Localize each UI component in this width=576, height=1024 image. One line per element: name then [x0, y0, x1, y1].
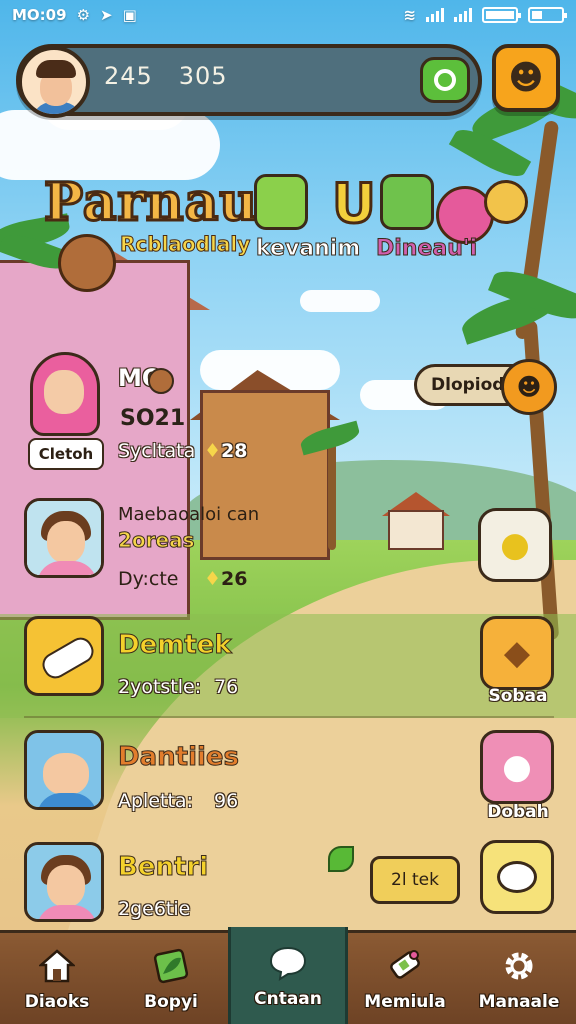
- chat-bubble-icon: [497, 861, 537, 893]
- tag-icon: [385, 946, 425, 986]
- logo-subtitle-right: Dineau'i: [375, 236, 478, 262]
- search-icon: [434, 69, 456, 91]
- chat-bubble-icon: [268, 943, 308, 983]
- home-icon: [37, 946, 77, 986]
- item-action-button[interactable]: ●: [480, 730, 554, 804]
- battery-icon: [482, 7, 521, 23]
- search-button[interactable]: [420, 57, 470, 103]
- nav-item-cntaan[interactable]: Cntaan: [228, 927, 348, 1024]
- hero-stat: ♦28: [204, 440, 248, 462]
- diamond-icon: ♦: [204, 440, 222, 462]
- signal-icon: [426, 8, 444, 22]
- profile-stat-label: Dy:cte: [118, 568, 179, 590]
- logo-letter: U: [331, 171, 378, 237]
- item-action-button[interactable]: ◆: [480, 616, 554, 690]
- hijab-character[interactable]: [26, 352, 104, 440]
- image-icon: ▣: [122, 6, 137, 24]
- item-title: Dantiies: [118, 742, 240, 773]
- item-title: Demtek: [118, 630, 233, 661]
- item-title: Bentri: [117, 852, 209, 883]
- nav-item-memiula[interactable]: Memiula: [348, 933, 462, 1024]
- item-sub-value: 76: [214, 676, 239, 698]
- bandage-icon: [38, 633, 98, 683]
- logo-title: Parnau: [42, 171, 259, 235]
- action-button[interactable]: 2l tek: [370, 856, 460, 904]
- name-badge: Cletoh: [28, 438, 104, 470]
- diamond-icon: ♦: [204, 568, 222, 590]
- nav-item-bopyi[interactable]: Bopyi: [114, 933, 228, 1024]
- list-divider: [24, 716, 554, 718]
- nav-label: Cntaan: [254, 988, 322, 1009]
- nav-label: Diaoks: [24, 991, 90, 1012]
- nav-item-manaale[interactable]: Manaale: [462, 933, 576, 1024]
- dropdown-pill[interactable]: Dlopiod ☻: [414, 359, 557, 415]
- nav-label: Memiula: [364, 991, 446, 1012]
- dog-face-icon: ●: [502, 747, 532, 787]
- profile-title-line2: 2oreas: [117, 528, 195, 553]
- app-icon: ⚙: [76, 6, 91, 24]
- profile-stat: ♦26: [204, 568, 248, 590]
- item-thumbnail[interactable]: [24, 842, 104, 922]
- logo-subtitle-mid: kevanim: [255, 236, 361, 262]
- profile-title-line1: Maebaoaloi can: [118, 504, 260, 525]
- gear-icon: [499, 946, 539, 986]
- hero-stat-label: Sycltata: [118, 440, 196, 462]
- emoji-button[interactable]: ☻: [492, 44, 560, 112]
- send-icon: ➤: [100, 6, 113, 24]
- coin-icon: [148, 368, 174, 394]
- item-sub-value: 96: [214, 790, 239, 812]
- cookie-icon: [484, 180, 528, 224]
- player-search-bar[interactable]: 245 305: [16, 44, 482, 118]
- item-sub-label: 2yotstle:: [118, 676, 202, 698]
- character-tile-icon: [380, 174, 434, 230]
- leaf-icon: [328, 846, 354, 872]
- battery-icon: [528, 7, 567, 23]
- chat-button[interactable]: [480, 840, 554, 914]
- item-thumbnail[interactable]: [24, 730, 104, 810]
- bottom-navigation: Diaoks Bopyi Cntaan Memiula Manaale: [0, 927, 576, 1024]
- item-sub-label: 2ge6tie: [118, 898, 191, 920]
- smiley-face-icon: ☻: [508, 58, 544, 98]
- score-display: 245 305: [104, 62, 228, 90]
- game-logo: Parnau U Rcblaodlaly kevanim Dineau'i: [40, 171, 550, 292]
- logo-subtitle-left: Rcblaodlaly: [119, 232, 251, 257]
- item-thumbnail[interactable]: [24, 616, 104, 696]
- donut-icon: [58, 234, 116, 292]
- item-action-label: Sobaa: [488, 686, 548, 706]
- status-bar: MO:09 ⚙ ➤ ▣ ≋: [0, 0, 576, 30]
- item-sub-label: Apletta:: [118, 790, 193, 812]
- lightbulb-icon: ●: [500, 525, 530, 565]
- character-tile-icon: [254, 174, 308, 230]
- nav-item-diaoks[interactable]: Diaoks: [0, 933, 114, 1024]
- lightbulb-button[interactable]: ●: [478, 508, 552, 582]
- profile-portrait[interactable]: [24, 498, 104, 578]
- nav-label: Manaale: [478, 991, 560, 1012]
- item-action-label: Dobah: [487, 802, 549, 822]
- orange-face-icon: ☻: [501, 359, 557, 415]
- dropdown-label: Dlopiod: [431, 375, 505, 395]
- nav-label: Bopyi: [144, 991, 198, 1012]
- whistle-icon: ◆: [503, 633, 531, 673]
- leaf-card-icon: [151, 946, 191, 986]
- player-avatar[interactable]: [18, 46, 90, 118]
- signal-icon: [454, 8, 472, 22]
- wifi-icon: ≋: [403, 6, 416, 24]
- clock: MO:09: [12, 6, 67, 24]
- hero-number: SO21: [120, 406, 186, 431]
